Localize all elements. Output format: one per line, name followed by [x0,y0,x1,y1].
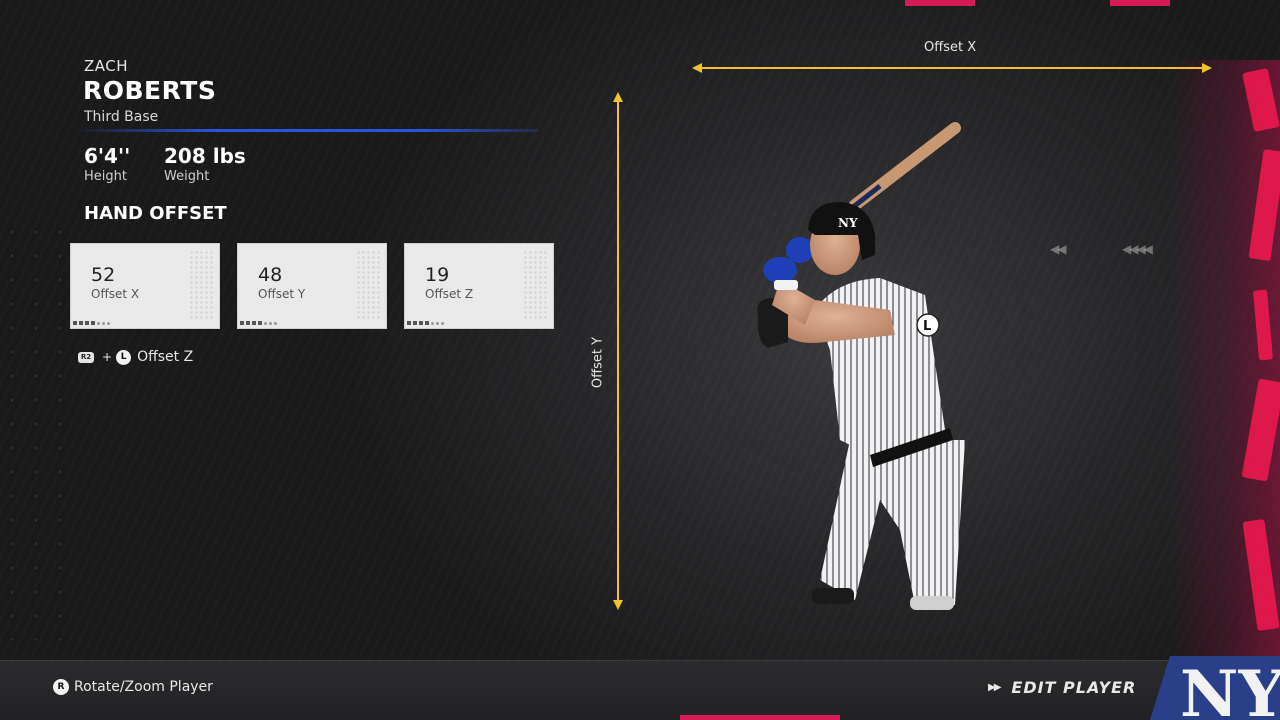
r-stick-icon: R [53,679,69,695]
offset-axes [613,63,1212,610]
edit-player-button[interactable]: ▶▶ EDIT PLAYER [988,678,1136,697]
fast-forward-icon: ▶▶ [988,682,1001,693]
rotate-zoom-label: Rotate/Zoom Player [74,679,213,695]
rotate-zoom-hint[interactable]: R Rotate/Zoom Player [53,679,213,695]
edit-player-label: EDIT PLAYER [1011,678,1137,697]
svg-text:NY: NY [838,216,858,230]
x-axis-label: Offset X [924,40,977,55]
rewind-arrows-icon: ◀◀◀◀ [1122,242,1153,256]
player-model[interactable]: NY L [740,110,980,620]
x-axis-arrow [692,63,1212,73]
svg-text:NY: NY [1180,657,1280,720]
y-axis-arrow [613,92,623,610]
left-stick-marker: L [923,319,931,334]
decorative-bottom-stripe [680,715,840,720]
ny-logo-icon: NY [1150,656,1280,720]
team-logo: NY [1150,656,1280,720]
y-axis-label: Offset Y [590,336,606,389]
rewind-arrows-icon: ◀◀ [1050,242,1067,256]
batter-figure-icon: NY L [757,122,965,610]
